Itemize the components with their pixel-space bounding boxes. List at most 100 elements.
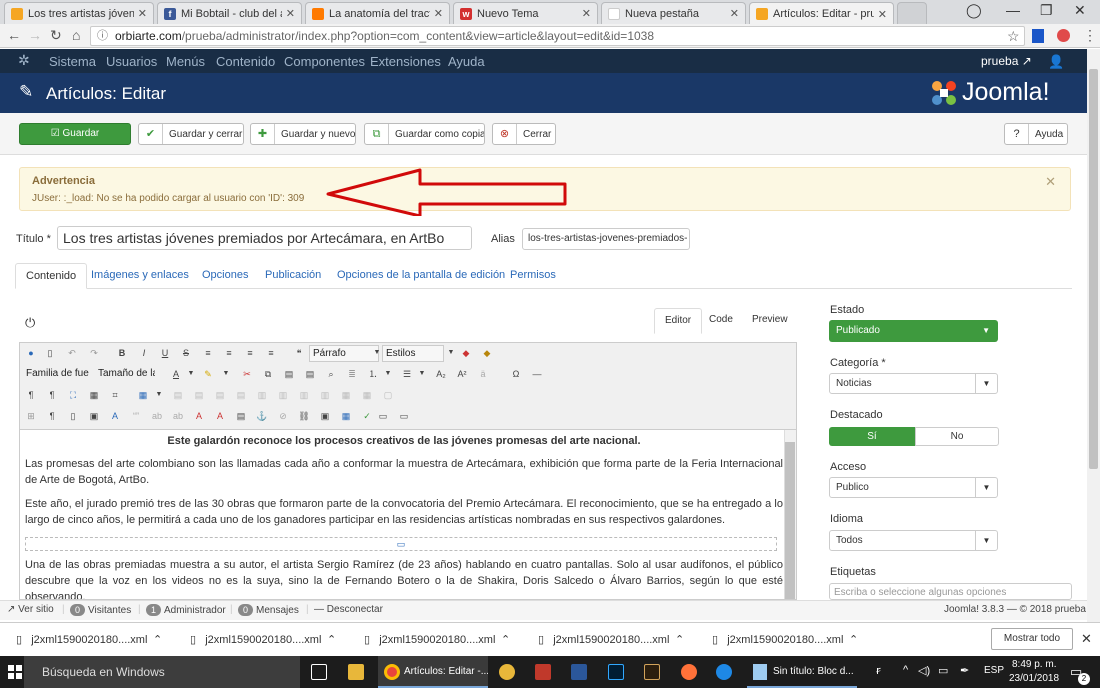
close-icon[interactable]: ✕ xyxy=(582,7,591,20)
page-scrollbar[interactable] xyxy=(1087,49,1100,622)
align-justify-icon[interactable]: ≡ xyxy=(200,345,216,361)
cite-icon[interactable]: “” xyxy=(128,408,144,424)
highlight-icon[interactable]: ✎ xyxy=(200,366,216,382)
bullet-list-icon[interactable]: ☰ xyxy=(399,366,415,382)
table-col-icon[interactable]: ▥ xyxy=(317,387,333,403)
close-icon[interactable]: ✕ xyxy=(730,7,739,20)
chevron-up-icon[interactable]: ⌃ xyxy=(849,633,858,646)
blockquote-icon[interactable]: ❝ xyxy=(291,345,307,361)
insert-text-icon[interactable]: A xyxy=(212,408,228,424)
bold-icon[interactable]: B xyxy=(114,345,130,361)
windows-start-icon[interactable] xyxy=(8,665,22,679)
chevron-down-icon[interactable]: ▼ xyxy=(443,345,459,361)
show-blocks-icon[interactable]: ¶ xyxy=(44,408,60,424)
chevron-up-icon[interactable]: ⌃ xyxy=(153,633,162,646)
copy-icon[interactable]: ⧉ xyxy=(260,366,276,382)
idioma-select[interactable]: Todos ▼ xyxy=(829,530,998,551)
show-all-downloads-button[interactable]: Mostrar todo xyxy=(991,628,1073,650)
visitantes-status[interactable]: 0 Visitantes xyxy=(70,604,131,616)
tab-opciones-pantalla[interactable]: Opciones de la pantalla de edición xyxy=(327,263,515,289)
chevron-down-icon[interactable]: ▼ xyxy=(151,387,167,403)
forward-icon[interactable]: → xyxy=(28,27,42,43)
reload-icon[interactable]: ↻ xyxy=(50,27,62,44)
close-button[interactable]: ⊗ Cerrar xyxy=(492,123,556,145)
horizontal-rule-icon[interactable]: — xyxy=(529,366,545,382)
unlink-icon[interactable]: ⊘ xyxy=(275,408,291,424)
people-icon[interactable]: ꞧ xyxy=(876,664,881,677)
table-col-icon[interactable]: ▥ xyxy=(296,387,312,403)
table-row-icon[interactable]: ▤ xyxy=(191,387,207,403)
browser-tab-active[interactable]: Artículos: Editar - prueba ✕ xyxy=(749,2,894,25)
font-family-select[interactable]: Familia de fue ▾ xyxy=(23,366,91,383)
replace-icon[interactable]: ≣ xyxy=(344,366,360,382)
maximize-icon[interactable]: ❐ xyxy=(1040,2,1053,19)
menu-componentes[interactable]: Componentes xyxy=(284,54,365,69)
language-icon[interactable]: ä xyxy=(475,366,491,382)
attributes-icon[interactable]: ▤ xyxy=(233,408,249,424)
save-copy-button[interactable]: ⧉ Guardar como copia xyxy=(364,123,485,145)
chevron-up-icon[interactable]: ⌃ xyxy=(675,633,684,646)
download-item[interactable]: ▯ j2xml1590020180....xml xyxy=(190,633,321,646)
download-item[interactable]: ▯ j2xml1590020180....xml xyxy=(538,633,669,646)
app-icon[interactable] xyxy=(499,664,515,680)
download-item[interactable]: ▯ j2xml1590020180....xml xyxy=(712,633,843,646)
download-item[interactable]: ▯ j2xml1590020180....xml xyxy=(16,633,147,646)
task-view-icon[interactable] xyxy=(311,664,327,680)
save-button[interactable]: ☑ Guardar xyxy=(19,123,131,145)
firefox-icon[interactable] xyxy=(681,664,697,680)
fullscreen-icon[interactable]: ⛶ xyxy=(65,387,81,403)
download-item[interactable]: ▯ j2xml1590020180....xml xyxy=(364,633,495,646)
close-icon[interactable]: ✕ xyxy=(1045,174,1056,190)
tab-publicacion[interactable]: Publicación xyxy=(255,263,331,289)
menu-ayuda[interactable]: Ayuda xyxy=(448,54,485,69)
user-icon[interactable]: 👤 xyxy=(1048,54,1064,70)
browser-tab[interactable]: La anatomía del tracto d ✕ xyxy=(305,2,450,24)
help-button[interactable]: ? Ayuda xyxy=(1004,123,1068,145)
paste-icon[interactable]: ▤ xyxy=(281,366,297,382)
align-right-icon[interactable]: ≡ xyxy=(263,345,279,361)
chevron-up-icon[interactable]: ^ xyxy=(903,664,908,676)
close-icon[interactable]: ✕ xyxy=(434,7,443,20)
superscript-icon[interactable]: A² xyxy=(454,366,470,382)
chevron-up-icon[interactable]: ⌃ xyxy=(327,633,336,646)
align-center-icon[interactable]: ≡ xyxy=(221,345,237,361)
mensajes-status[interactable]: 0 Mensajes xyxy=(238,604,299,616)
power-toggle-icon[interactable]: ⏻ xyxy=(25,315,35,331)
new-tab-button[interactable] xyxy=(897,2,927,24)
special-char-icon[interactable]: Ω xyxy=(508,366,524,382)
extension-icon[interactable] xyxy=(1032,29,1044,43)
menu-extensiones[interactable]: Extensiones xyxy=(370,54,441,69)
abbr-icon[interactable]: ab xyxy=(149,408,165,424)
alias-input[interactable]: los-tres-artistas-jovenes-premiados- xyxy=(522,228,690,250)
volume-icon[interactable]: ◁) xyxy=(918,664,930,677)
template-icon[interactable]: ▯ xyxy=(65,408,81,424)
menu-contenido[interactable]: Contenido xyxy=(216,54,275,69)
table-cell-icon[interactable]: ▢ xyxy=(380,387,396,403)
destacado-no-button[interactable]: No xyxy=(915,427,999,446)
eraser-icon[interactable]: ◆ xyxy=(458,345,474,361)
browser-tab[interactable]: w Nuevo Tema ✕ xyxy=(453,2,598,24)
windows-search-box[interactable]: Búsqueda en Windows xyxy=(24,656,300,688)
paste-text-icon[interactable]: ▤ xyxy=(302,366,318,382)
font-size-select[interactable]: Tamaño de la ▾ xyxy=(95,366,155,383)
table-cell-icon[interactable]: ▦ xyxy=(338,387,354,403)
pagebreak-icon[interactable]: ▭ xyxy=(375,408,391,424)
subscript-icon[interactable]: A₂ xyxy=(433,366,449,382)
chevron-down-icon[interactable]: ▼ xyxy=(380,366,396,382)
estado-select[interactable]: Publicado ▼ xyxy=(829,320,998,342)
joomla-logo-icon[interactable]: ✲ xyxy=(18,52,30,69)
underline-icon[interactable]: U xyxy=(157,345,173,361)
scroll-thumb[interactable] xyxy=(785,442,795,599)
strikethrough-icon[interactable]: S xyxy=(178,345,194,361)
table-row-icon[interactable]: ▤ xyxy=(170,387,186,403)
undo-icon[interactable]: ↶ xyxy=(64,345,80,361)
bookmark-star-icon[interactable]: ☆ xyxy=(1007,28,1020,45)
destacado-yes-button[interactable]: Sí xyxy=(829,427,915,446)
editor-content[interactable]: Este galardón reconoce los procesos crea… xyxy=(19,430,797,600)
network-icon[interactable]: ▭ xyxy=(938,664,948,677)
tab-opciones[interactable]: Opciones xyxy=(192,263,258,289)
tab-contenido[interactable]: Contenido xyxy=(15,263,88,289)
menu-menus[interactable]: Menús xyxy=(166,54,205,69)
chevron-down-icon[interactable]: ▼ xyxy=(414,366,430,382)
editor-tab-preview[interactable]: Preview xyxy=(742,308,798,334)
